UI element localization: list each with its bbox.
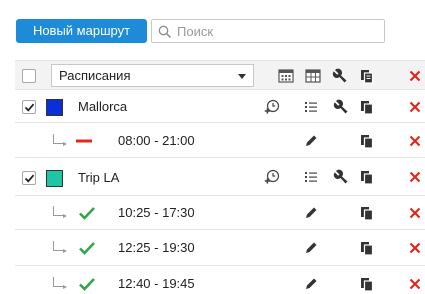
edit-icon[interactable]	[303, 240, 319, 256]
edit-icon[interactable]	[303, 276, 319, 292]
copy-icon[interactable]	[359, 68, 375, 84]
trip-time: 08:00 - 21:00	[118, 133, 195, 148]
check-icon	[78, 205, 95, 221]
check-icon	[78, 240, 95, 256]
route-row[interactable]: Trip LA	[15, 159, 425, 196]
trip-row[interactable]: 08:00 - 21:00	[15, 124, 425, 158]
table-icon[interactable]	[305, 68, 321, 84]
select-all-checkbox[interactable]	[22, 69, 36, 83]
delete-icon[interactable]	[407, 276, 423, 292]
route-color-swatch[interactable]	[46, 170, 63, 187]
wrench-icon[interactable]	[333, 169, 349, 185]
copy-icon[interactable]	[359, 133, 375, 149]
delete-icon[interactable]	[407, 133, 423, 149]
trip-row[interactable]: 12:40 - 19:45	[15, 267, 425, 294]
edit-icon[interactable]	[303, 205, 319, 221]
wrench-icon[interactable]	[333, 99, 349, 115]
search-placeholder: Поиск	[177, 24, 214, 39]
trip-time: 12:40 - 19:45	[118, 276, 195, 291]
delete-icon[interactable]	[407, 99, 423, 115]
tree-connector-icon	[53, 241, 67, 253]
chevron-down-icon	[238, 74, 246, 79]
copy-icon[interactable]	[359, 240, 375, 256]
route-row[interactable]: Mallorca	[15, 91, 425, 123]
copy-icon[interactable]	[359, 205, 375, 221]
add-schedule-icon[interactable]	[264, 169, 280, 185]
inactive-dash-icon	[75, 133, 92, 149]
route-name[interactable]: Trip LA	[78, 170, 119, 185]
trip-time: 10:25 - 17:30	[118, 205, 195, 220]
route-color-swatch[interactable]	[46, 99, 63, 116]
route-checkbox[interactable]	[22, 171, 36, 185]
filter-select[interactable]: Расписания	[51, 64, 254, 87]
delete-icon[interactable]	[407, 240, 423, 256]
new-route-button[interactable]: Новый маршрут	[16, 19, 147, 43]
calendar-grid-icon[interactable]	[278, 68, 294, 84]
edit-icon[interactable]	[303, 133, 319, 149]
wrench-icon[interactable]	[332, 68, 348, 84]
copy-icon[interactable]	[359, 99, 375, 115]
tree-connector-icon	[53, 134, 67, 146]
tree-connector-icon	[53, 277, 67, 289]
route-checkbox[interactable]	[22, 100, 36, 114]
check-icon	[78, 276, 95, 292]
list-icon[interactable]	[303, 99, 319, 115]
copy-icon[interactable]	[359, 169, 375, 185]
trip-time: 12:25 - 19:30	[118, 240, 195, 255]
route-name[interactable]: Mallorca	[78, 99, 127, 114]
delete-icon[interactable]	[407, 169, 423, 185]
filter-select-value: Расписания	[59, 68, 131, 83]
search-input[interactable]: Поиск	[151, 19, 385, 43]
search-icon	[158, 25, 172, 39]
add-schedule-icon[interactable]	[264, 99, 280, 115]
tree-connector-icon	[53, 206, 67, 218]
toolbar: Новый маршрут Поиск	[0, 0, 425, 53]
copy-icon[interactable]	[359, 276, 375, 292]
delete-icon[interactable]	[407, 205, 423, 221]
trip-row[interactable]: 10:25 - 17:30	[15, 197, 425, 230]
delete-icon[interactable]	[407, 68, 423, 84]
grid-header: Расписания	[15, 60, 425, 90]
list-icon[interactable]	[303, 169, 319, 185]
trip-row[interactable]: 12:25 - 19:30	[15, 231, 425, 266]
